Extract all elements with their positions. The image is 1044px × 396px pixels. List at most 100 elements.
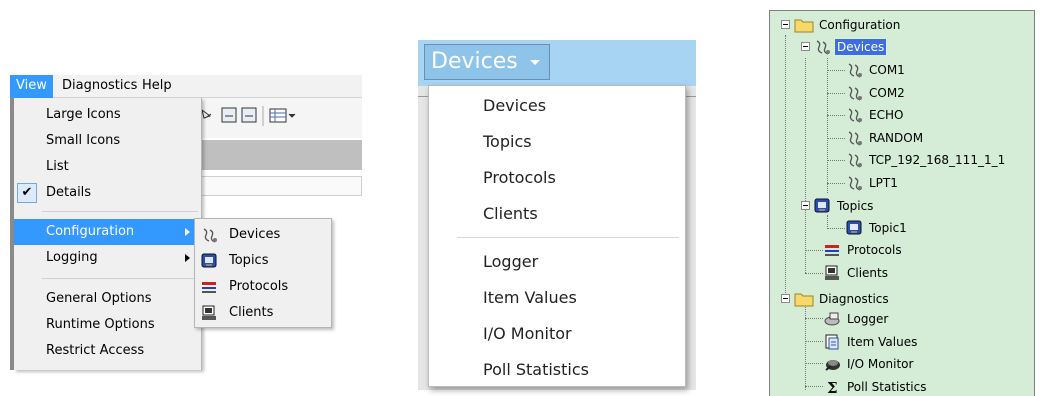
client-icon xyxy=(202,305,216,320)
submenu-item-protocols[interactable]: Protocols xyxy=(195,274,331,300)
dropdown-item-label: I/O Monitor xyxy=(483,324,572,343)
tree-line xyxy=(827,183,845,184)
tree-node-logger[interactable]: Logger xyxy=(824,308,890,330)
submenu-item-topics[interactable]: Topics xyxy=(195,248,331,274)
toolbar-icons xyxy=(201,106,296,126)
dropdown-item-label: Topics xyxy=(483,132,532,151)
menu-item-large-icons[interactable]: Large Icons xyxy=(14,102,200,128)
tree-node-topic[interactable]: Topic1 xyxy=(846,217,909,239)
tree-line xyxy=(827,228,845,229)
dropdown-item-protocols[interactable]: Protocols xyxy=(429,161,685,195)
menu-item-general-options[interactable]: General Options xyxy=(14,286,200,312)
submenu-item-devices[interactable]: Devices xyxy=(195,222,331,248)
tree-node-label: Protocols xyxy=(847,243,902,257)
folder-icon xyxy=(794,293,814,307)
tree-node-devices[interactable]: Devices xyxy=(814,36,888,58)
menu-diagnostics[interactable]: Diagnostics xyxy=(56,75,143,98)
tree-node-label: TCP_192_168_111_1_1 xyxy=(869,153,1006,167)
menu-item-small-icons[interactable]: Small Icons xyxy=(14,128,200,154)
menu-item-list[interactable]: List xyxy=(14,154,200,180)
svg-text:Σ: Σ xyxy=(827,379,838,395)
tree-node-device[interactable]: COM1 xyxy=(846,59,907,81)
menu-item-label: List xyxy=(46,159,69,174)
collapse-toggle[interactable] xyxy=(801,201,810,210)
collapse-toggle[interactable] xyxy=(781,294,790,303)
tree-line xyxy=(805,250,823,251)
menu-item-restrict-access[interactable]: Restrict Access xyxy=(14,338,200,364)
gray-pane xyxy=(200,140,362,170)
tree-node-label: Logger xyxy=(847,312,889,326)
tree-line xyxy=(805,386,823,387)
dropdown-item-clients[interactable]: Clients xyxy=(429,197,685,231)
tree-node-label: I/O Monitor xyxy=(847,357,914,371)
menu-item-configuration[interactable]: Configuration xyxy=(14,219,200,245)
devices-dropdown-button[interactable]: Devices xyxy=(424,44,550,80)
item-values-icon xyxy=(825,334,839,350)
device-icon xyxy=(848,86,862,101)
submenu-item-label: Topics xyxy=(229,253,269,268)
tree-node-topics[interactable]: Topics xyxy=(814,195,875,217)
tree-node-label: ECHO xyxy=(869,108,904,122)
menu-help[interactable]: Help xyxy=(136,75,178,98)
menu-item-logging[interactable]: Logging xyxy=(14,245,200,271)
menu-bar: View Diagnostics Help xyxy=(10,75,362,98)
topic-icon xyxy=(201,253,217,268)
tree-view: Configuration Devices COM1 COM2 ECHO RAN… xyxy=(769,10,1035,396)
menu-item-details[interactable]: ✔ Details xyxy=(14,180,200,206)
submenu-item-label: Clients xyxy=(229,305,274,320)
menu-item-label: Details xyxy=(46,185,92,200)
tree-node-label: COM1 xyxy=(869,63,905,77)
dropdown-item-devices[interactable]: Devices xyxy=(429,89,685,123)
devices-dropdown-label: Devices xyxy=(431,49,518,74)
tree-node-label: Devices xyxy=(833,38,888,56)
tree-line xyxy=(785,35,786,299)
device-icon xyxy=(848,176,862,191)
logger-icon xyxy=(824,312,840,326)
tree-node-clients[interactable]: Clients xyxy=(824,262,890,284)
tree-node-protocols[interactable]: Protocols xyxy=(824,239,904,261)
submenu-arrow-icon xyxy=(185,254,190,262)
tree-node-label: COM2 xyxy=(869,86,905,100)
tree-line xyxy=(805,363,823,364)
submenu-item-label: Devices xyxy=(229,227,281,242)
collapse-toggle[interactable] xyxy=(781,20,790,29)
submenu-arrow-icon xyxy=(185,228,190,236)
device-icon xyxy=(848,131,862,146)
device-icon xyxy=(848,153,862,168)
tree-line xyxy=(827,138,845,139)
tree-node-label: Clients xyxy=(847,266,888,280)
menu-view[interactable]: View xyxy=(10,75,53,98)
tree-node-diagnostics[interactable]: Diagnostics xyxy=(794,288,891,310)
tree-node-device[interactable]: COM2 xyxy=(846,82,907,104)
configuration-submenu: Devices Topics Protocols Clients xyxy=(194,218,332,328)
devices-dropdown-menu: Devices Topics Protocols Clients Logger … xyxy=(428,85,686,387)
collapse-toggle[interactable] xyxy=(801,42,810,51)
tree-node-configuration[interactable]: Configuration xyxy=(794,14,902,36)
folder-icon xyxy=(794,19,814,33)
tree-node-poll-statistics[interactable]: Σ Poll Statistics xyxy=(824,376,929,396)
submenu-item-clients[interactable]: Clients xyxy=(195,300,331,326)
menu-item-runtime-options[interactable]: Runtime Options xyxy=(14,312,200,338)
topic-icon xyxy=(846,220,862,235)
tree-node-device[interactable]: ECHO xyxy=(846,104,905,126)
tree-node-item-values[interactable]: Item Values xyxy=(824,331,919,353)
tree-node-io-monitor[interactable]: I/O Monitor xyxy=(824,353,915,375)
dropdown-item-item-values[interactable]: Item Values xyxy=(429,281,685,315)
tree-line xyxy=(827,70,845,71)
dropdown-item-io-monitor[interactable]: I/O Monitor xyxy=(429,317,685,351)
client-icon xyxy=(825,265,839,280)
tree-node-label: Diagnostics xyxy=(819,292,889,306)
tree-node-device[interactable]: RANDOM xyxy=(846,127,925,149)
dropdown-item-topics[interactable]: Topics xyxy=(429,125,685,159)
dropdown-item-poll-statistics[interactable]: Poll Statistics xyxy=(429,353,685,387)
tree-line xyxy=(805,318,823,319)
tree-node-device[interactable]: LPT1 xyxy=(846,172,900,194)
tree-node-label: Poll Statistics xyxy=(847,380,927,394)
tree-node-device[interactable]: TCP_192_168_111_1_1 xyxy=(846,149,1007,171)
dropdown-item-logger[interactable]: Logger xyxy=(429,245,685,279)
dropdown-item-label: Logger xyxy=(483,252,539,271)
menu-item-label: General Options xyxy=(46,291,152,306)
list-header xyxy=(200,176,362,196)
tree-line xyxy=(805,304,806,390)
tree-line xyxy=(805,273,823,274)
